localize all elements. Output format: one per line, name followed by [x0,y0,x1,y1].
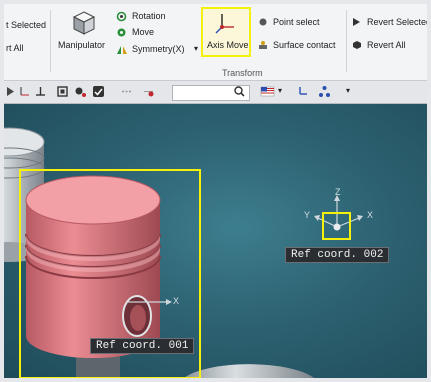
ribbon-separator [346,10,347,72]
ref-coord-001-label[interactable]: Ref coord. 001 [90,338,195,354]
revert-selected-label: Revert Selected [367,17,431,27]
axis-move-highlight [201,7,251,57]
manipulator-button[interactable]: Manipulator [56,10,112,54]
axis-x-label-002: X [367,210,374,220]
flag-dropdown-icon[interactable]: ▾ [278,86,282,95]
secondary-toolbar: ▾ ▾ [4,81,427,104]
axis-system-icon[interactable] [296,85,309,98]
revert-selected-partial[interactable]: t Selected [6,20,46,30]
overflow-dropdown-icon[interactable]: ▾ [346,86,350,95]
transform-group-title: Transform [222,68,263,78]
ribbon: t Selected rt All Manipulator Rotation M… [4,4,431,81]
rotation-label: Rotation [132,11,166,21]
network-icon[interactable] [318,85,331,98]
ref-coord-002-highlight [322,212,351,240]
symmetry-dropdown-icon[interactable]: ▾ [194,44,198,53]
rotation-icon [116,11,127,22]
surface-contact-icon [259,41,267,49]
grey-piston-bottom[interactable] [184,364,314,378]
axis-y-label: Y [304,210,311,220]
revert-all-label: Revert All [367,40,406,50]
move-icon [117,28,126,37]
axis-z-label: Z [335,187,341,197]
surface-contact-label: Surface contact [273,40,336,50]
cube-icon [72,11,96,35]
snap-icon[interactable] [142,85,155,98]
flag-icon[interactable] [260,85,275,98]
move-label: Move [132,27,155,37]
search-icon[interactable] [233,85,246,98]
3d-viewport[interactable]: X Z X Y Ref coord. 001 Ref coord. 002 [4,104,427,378]
symmetry-icon [117,46,127,54]
ref-coord-002-label[interactable]: Ref coord. 002 [285,247,390,263]
measure-icon[interactable] [74,85,87,98]
axis-icon[interactable] [18,85,31,98]
point-select-icon [259,18,267,26]
link-icon[interactable] [120,85,133,98]
revert-all-icon [353,41,361,49]
perpendicular-icon[interactable] [34,85,47,98]
frame-icon[interactable] [56,85,69,98]
symmetry-label: Symmetry(X) [132,44,185,54]
check-icon[interactable] [92,85,105,98]
revert-all-partial[interactable]: rt All [6,43,24,53]
revert-selected-icon [353,18,360,26]
point-select-label: Point select [273,17,320,27]
ribbon-separator [50,10,51,72]
arrow-icon[interactable] [4,85,17,98]
manipulator-label: Manipulator [58,40,106,50]
